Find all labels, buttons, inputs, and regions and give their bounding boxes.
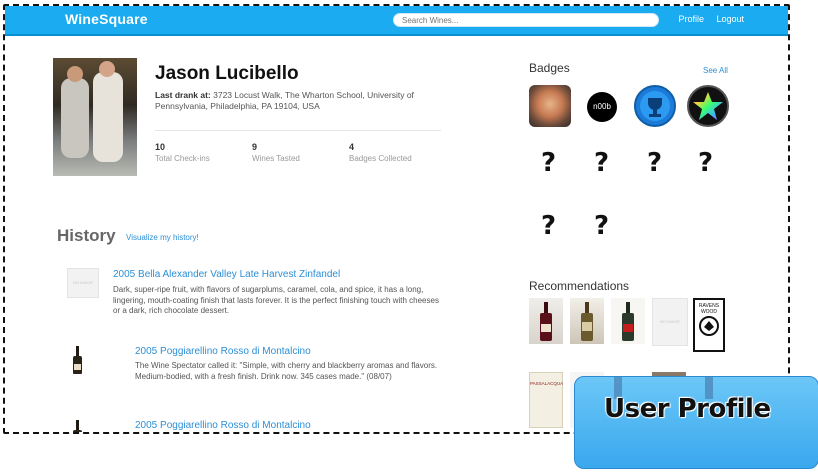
stat-wines: 9 Wines Tasted bbox=[252, 142, 300, 163]
trophy-badge-icon[interactable] bbox=[634, 85, 676, 127]
history-item-title[interactable]: 2005 Poggiarellino Rosso di Montalcino bbox=[135, 346, 311, 357]
brand-logo[interactable]: WineSquare bbox=[65, 11, 148, 27]
locked-badge-icon: ? bbox=[698, 148, 714, 178]
stat-checkins: 10 Total Check-ins bbox=[155, 142, 210, 163]
last-drank-label: Last drank at: bbox=[155, 90, 211, 100]
user-avatar bbox=[53, 58, 137, 176]
stat-checkins-label: Total Check-ins bbox=[155, 154, 210, 163]
browser-frame: WineSquare Profile Logout Jason Lucibell… bbox=[3, 4, 790, 434]
stat-checkins-value: 10 bbox=[155, 142, 166, 152]
search-input[interactable] bbox=[393, 13, 659, 27]
logout-link[interactable]: Logout bbox=[716, 14, 744, 24]
top-navbar: WineSquare Profile Logout bbox=[5, 6, 788, 36]
locked-badge-icon: ? bbox=[541, 148, 557, 178]
user-profile-label: User Profile bbox=[604, 394, 771, 424]
see-all-badges-link[interactable]: See All bbox=[703, 66, 728, 75]
history-item-description: The Wine Spectator called it: "Simple, w… bbox=[135, 361, 438, 381]
visualize-history-link[interactable]: Visualize my history! bbox=[126, 233, 199, 242]
n00b-badge-label: n00b bbox=[593, 102, 611, 111]
recommended-wine-noimage[interactable]: NO IMAGE bbox=[652, 298, 688, 346]
locked-badge-icon: ? bbox=[594, 148, 610, 178]
wine-bottle-thumb bbox=[73, 420, 82, 432]
n00b-badge-icon[interactable]: n00b bbox=[587, 92, 617, 122]
recommended-wine-ravenswood[interactable]: RAVENS WOOD bbox=[693, 298, 725, 352]
stat-badges-value: 4 bbox=[349, 142, 355, 152]
recommended-wine-passalacqua[interactable]: PASSALACQUA bbox=[529, 372, 563, 428]
locked-badge-icon: ? bbox=[647, 148, 663, 178]
last-drank-info: Last drank at: 3723 Locust Walk, The Wha… bbox=[155, 90, 445, 112]
history-item-description: Dark, super-ripe fruit, with flavors of … bbox=[113, 285, 439, 315]
recommended-wine-thumb[interactable] bbox=[611, 298, 645, 344]
star-badge-icon[interactable] bbox=[687, 85, 729, 127]
passalacqua-label: PASSALACQUA bbox=[530, 381, 564, 386]
locked-badge-icon: ? bbox=[594, 211, 610, 241]
recommendations-heading: Recommendations bbox=[529, 279, 630, 293]
history-thumb-noimage: NO IMAGE bbox=[67, 268, 99, 298]
profile-link[interactable]: Profile bbox=[678, 14, 704, 24]
wine-bottle-thumb bbox=[73, 346, 82, 376]
stat-wines-label: Wines Tasted bbox=[252, 154, 300, 163]
badges-heading: Badges bbox=[529, 61, 570, 75]
locked-badge-icon: ? bbox=[541, 211, 557, 241]
recommended-wine-thumb[interactable] bbox=[529, 298, 563, 344]
history-item-title[interactable]: 2005 Bella Alexander Valley Late Harvest… bbox=[113, 269, 340, 280]
face-badge-icon[interactable] bbox=[529, 85, 571, 127]
ravenswood-label: RAVENS WOOD bbox=[698, 303, 720, 315]
nav-links: Profile Logout bbox=[668, 14, 744, 24]
history-item-title[interactable]: 2005 Poggiarellino Rosso di Montalcino bbox=[135, 420, 311, 431]
history-heading: History bbox=[57, 226, 116, 245]
user-name: Jason Lucibello bbox=[155, 63, 299, 84]
stat-wines-value: 9 bbox=[252, 142, 258, 152]
recommended-wine-thumb[interactable] bbox=[570, 298, 604, 344]
profile-divider bbox=[155, 130, 441, 131]
stat-badges-label: Badges Collected bbox=[349, 154, 412, 163]
stat-badges: 4 Badges Collected bbox=[349, 142, 412, 163]
